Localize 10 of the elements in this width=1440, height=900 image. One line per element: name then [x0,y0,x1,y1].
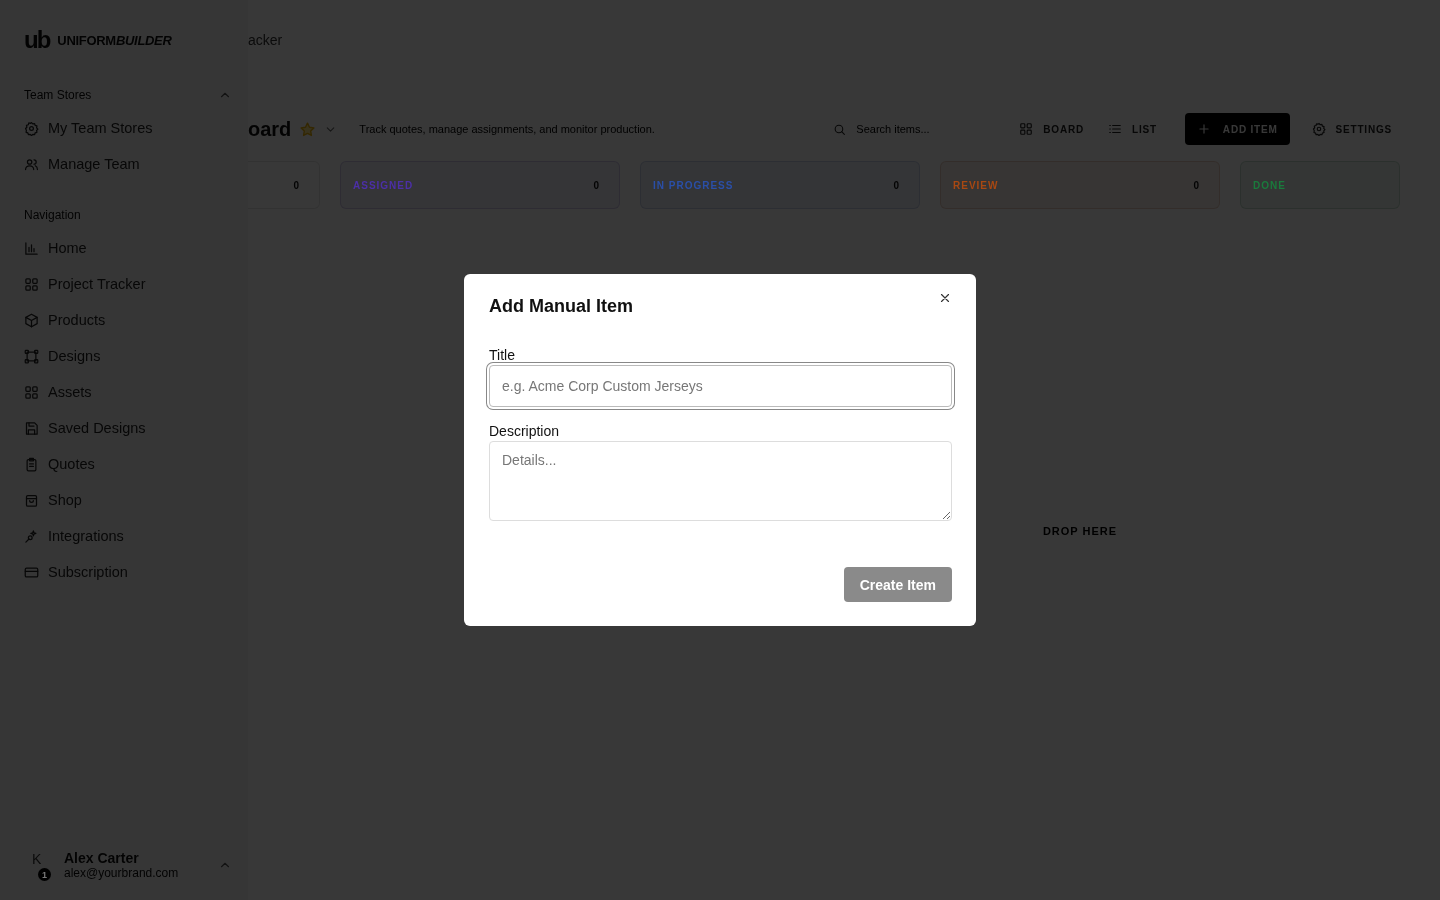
field-label: Description [489,423,561,439]
drop-hint: DROP HERE [1042,525,1118,537]
dialog-title: Add Manual Item [489,296,633,317]
column-title: DONE [1253,179,1286,191]
field-label: Title [489,347,516,363]
description-field[interactable]: Details... [489,441,952,521]
column-title: IN PROGRESS [653,179,734,191]
column-title: ASSIGNED [353,179,414,191]
title-field[interactable]: e.g. Acme Corp Custom Jerseys [489,365,952,407]
column-title: REVIEW [953,179,999,191]
